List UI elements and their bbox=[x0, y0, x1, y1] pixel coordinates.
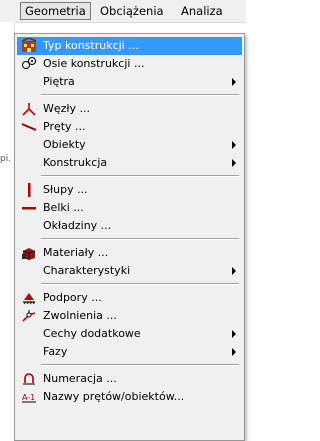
structure-type-icon bbox=[21, 37, 37, 54]
submenu-arrow-icon bbox=[232, 159, 236, 167]
menu-item-podpory[interactable]: Podpory ... bbox=[17, 289, 242, 307]
menu-separator bbox=[41, 175, 239, 177]
beam-icon bbox=[21, 200, 37, 216]
nodes-icon bbox=[21, 101, 37, 117]
materials-icon bbox=[21, 245, 37, 261]
submenu-arrow-icon bbox=[232, 267, 236, 275]
menu-item-okladziny[interactable]: Okładziny ... bbox=[17, 217, 242, 235]
submenu-arrow-icon bbox=[232, 141, 236, 149]
menu-item-fazy[interactable]: Fazy bbox=[17, 343, 242, 361]
axes-icon bbox=[21, 56, 37, 72]
menu-item-obiekty[interactable]: Obiekty bbox=[17, 136, 242, 154]
background-fragment-text: pi. bbox=[0, 154, 12, 164]
column-icon bbox=[21, 182, 37, 198]
submenu-arrow-icon bbox=[232, 348, 236, 356]
menu-item-charakterystyki[interactable]: Charakterystyki bbox=[17, 262, 242, 280]
menu-item-numeracja[interactable]: Numeracja ... bbox=[17, 370, 242, 388]
menu-item-cechy-dodatkowe[interactable]: Cechy dodatkowe bbox=[17, 325, 242, 343]
menu-item-zwolnienia[interactable]: Zwolnienia ... bbox=[17, 307, 242, 325]
menu-item-wezly[interactable]: Węzły ... bbox=[17, 100, 242, 118]
menu-item-belki[interactable]: Belki ... bbox=[17, 199, 242, 217]
menu-item-typ-konstrukcji[interactable]: Typ konstrukcji ... bbox=[17, 37, 242, 55]
names-icon: A-1 bbox=[21, 389, 37, 405]
menu-separator bbox=[41, 283, 239, 285]
geometria-dropdown: Typ konstrukcji ... Osie konstrukcji ...… bbox=[14, 33, 245, 441]
menu-geometria[interactable]: Geometria bbox=[20, 2, 91, 20]
menu-item-prety[interactable]: Pręty ... bbox=[17, 118, 242, 136]
numbering-icon bbox=[21, 371, 37, 387]
menu-separator bbox=[41, 94, 239, 96]
background-window-edge bbox=[0, 22, 15, 441]
menu-item-slupy[interactable]: Słupy ... bbox=[17, 181, 242, 199]
menu-item-osie-konstrukcji[interactable]: Osie konstrukcji ... bbox=[17, 55, 242, 73]
menu-item-konstrukcja[interactable]: Konstrukcja bbox=[17, 154, 242, 172]
menu-bar: Geometria Obciążenia Analiza bbox=[0, 0, 246, 23]
supports-icon bbox=[21, 290, 37, 306]
menu-item-nazwy-pretow[interactable]: A-1 Nazwy prętów/obiektów... bbox=[17, 388, 242, 406]
releases-icon bbox=[21, 308, 37, 324]
menu-item-pietra[interactable]: Piętra bbox=[17, 73, 242, 91]
menu-analiza[interactable]: Analiza bbox=[177, 3, 227, 19]
menu-obciazenia[interactable]: Obciążenia bbox=[96, 3, 168, 19]
submenu-arrow-icon bbox=[232, 78, 236, 86]
menu-item-materialy[interactable]: Materiały ... bbox=[17, 244, 242, 262]
menu-separator bbox=[41, 364, 239, 366]
menu-separator bbox=[41, 238, 239, 240]
bars-icon bbox=[21, 119, 37, 135]
svg-text:A-1: A-1 bbox=[22, 393, 35, 402]
submenu-arrow-icon bbox=[232, 330, 236, 338]
